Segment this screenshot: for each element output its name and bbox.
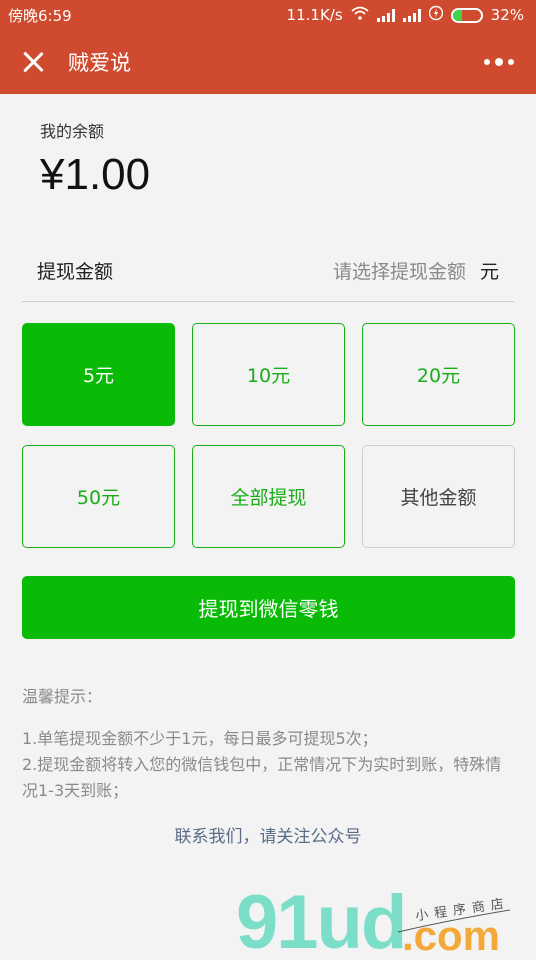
tips-title: 温馨提示： — [22, 687, 103, 706]
tips-line-2: 2.提现金额将转入您的微信钱包中，正常情况下为实时到账，特殊情况1-3天到账； — [22, 755, 502, 800]
tips-section: 温馨提示： 1.单笔提现金额不少于1元，每日最多可提现5次； 2.提现金额将转入… — [22, 684, 512, 804]
withdraw-input[interactable]: 请选择提现金额 元 — [333, 257, 499, 284]
withdraw-unit: 元 — [479, 261, 499, 283]
balance-amount: ¥1.00 — [40, 150, 151, 199]
amount-option-other[interactable]: 其他金额 — [362, 445, 515, 548]
withdraw-placeholder: 请选择提现金额 — [332, 261, 466, 283]
close-icon[interactable] — [18, 47, 48, 77]
amount-option-5[interactable]: 5元 — [22, 323, 175, 426]
signal-icon — [376, 8, 395, 22]
watermark-logo: 91ud .com 小程序商店 — [0, 880, 536, 960]
tips-line-1: 1.单笔提现金额不少于1元，每日最多可提现5次； — [22, 729, 378, 748]
app-header: 贼爱说 — [0, 30, 536, 94]
watermark-91ud: 91ud — [236, 880, 405, 960]
withdraw-to-wechat-button[interactable]: 提现到微信零钱 — [22, 576, 515, 639]
battery-percent: 32% — [490, 6, 524, 24]
amount-option-20[interactable]: 20元 — [362, 323, 515, 426]
withdraw-label: 提现金额 — [37, 261, 114, 283]
wifi-icon — [351, 6, 369, 24]
amount-option-50[interactable]: 50元 — [22, 445, 175, 548]
battery-fill — [452, 9, 462, 21]
more-icon[interactable] — [478, 52, 520, 72]
balance-label: 我的余额 — [40, 122, 105, 141]
amount-option-10[interactable]: 10元 — [192, 323, 345, 426]
battery-icon — [450, 7, 483, 23]
charging-icon — [428, 5, 443, 25]
balance-section: 我的余额 ¥1.00 — [40, 118, 150, 200]
page-title: 贼爱说 — [68, 51, 131, 75]
contact-link[interactable]: 联系我们，请关注公众号 — [0, 822, 536, 847]
status-bar: 傍晚6:59 11.1K/s 32% — [0, 0, 536, 30]
amount-option-all[interactable]: 全部提现 — [192, 445, 345, 548]
status-time: 傍晚6:59 — [8, 6, 72, 25]
status-right: 11.1K/s 32% — [287, 5, 524, 25]
signal-icon — [402, 8, 421, 22]
network-speed: 11.1K/s — [286, 6, 343, 24]
amount-options: 5元 10元 20元 50元 全部提现 其他金额 — [22, 323, 516, 548]
withdraw-amount-row[interactable]: 提现金额 请选择提现金额 元 — [22, 240, 514, 302]
